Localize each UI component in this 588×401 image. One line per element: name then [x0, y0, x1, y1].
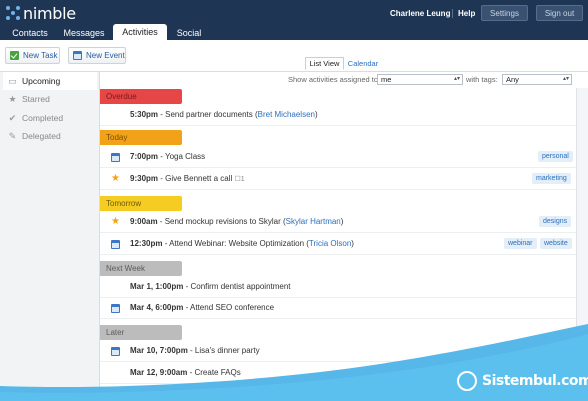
select-arrows-icon: ▴▾: [562, 76, 569, 82]
activity-text: Mar 10, 7:00pm - Lisa's dinner party: [130, 346, 260, 355]
new-task-button[interactable]: New Task: [5, 47, 60, 64]
group-header-today: Today: [100, 130, 182, 145]
tags-filter-label: with tags:: [466, 75, 498, 84]
contact-link[interactable]: Bret Michaelsen: [258, 110, 315, 119]
tags-value: Any: [506, 75, 519, 84]
assigned-to-value: me: [381, 75, 392, 84]
user-name-link[interactable]: Charlene Leung: [390, 9, 450, 18]
checkmark-icon: ✔: [8, 112, 17, 123]
activity-toolbar: New Task New Event: [0, 40, 588, 72]
activity-text: Mar 12, 9:00am - Create FAQs: [130, 368, 241, 377]
laptop-icon: ▭: [8, 75, 17, 86]
select-arrows-icon: ▴▾: [453, 76, 460, 82]
tag-badge[interactable]: designs: [539, 216, 572, 227]
sidebar-item-label: Upcoming: [22, 76, 61, 86]
calendar-icon: [111, 240, 120, 249]
activity-row[interactable]: 5:30pm - Send partner documents (Bret Mi…: [100, 104, 576, 126]
group-header-overdue: Overdue: [100, 89, 182, 104]
new-event-button[interactable]: New Event: [68, 47, 126, 64]
activity-row[interactable]: Mar 1, 1:00pm - Confirm dentist appointm…: [100, 276, 576, 298]
calendar-icon: [111, 304, 120, 313]
sidebar-item-label: Delegated: [22, 131, 61, 141]
calendar-icon: [73, 51, 82, 60]
activity-row[interactable]: Mar 10, 7:00pm - Lisa's dinner party per…: [100, 340, 576, 362]
sidebar-item-completed[interactable]: ✔ Completed: [3, 109, 97, 127]
top-header: nimble Charlene Leung Help Settings Sign…: [0, 0, 588, 26]
activity-list: Show activities assigned to: me ▴▾ with …: [100, 72, 588, 401]
sidebar-item-upcoming[interactable]: ▭ Upcoming: [3, 72, 97, 90]
sign-out-button[interactable]: Sign out: [536, 5, 583, 21]
activity-row[interactable]: 7:00pm - Yoga Class personal: [100, 146, 576, 168]
activity-text: 12:30pm - Attend Webinar: Website Optimi…: [130, 239, 354, 248]
sidebar-item-label: Starred: [22, 94, 50, 104]
tag-badge[interactable]: website: [540, 238, 572, 249]
assigned-filter-label: Show activities assigned to:: [288, 75, 381, 84]
calendar-icon: [111, 153, 120, 162]
star-icon[interactable]: ★: [111, 217, 120, 227]
tag-badge[interactable]: personal: [538, 345, 573, 356]
comment-count: 1: [240, 176, 245, 183]
activity-text: 7:00pm - Yoga Class: [130, 152, 206, 161]
activity-sidebar: ▭ Upcoming ★ Starred ✔ Completed ✎ Deleg…: [0, 72, 100, 401]
group-header-later: Later: [100, 325, 182, 340]
nimble-logo[interactable]: nimble: [6, 3, 76, 23]
activity-text: Mar 4, 6:00pm - Attend SEO conference: [130, 303, 275, 312]
sidebar-item-label: Completed: [22, 113, 64, 123]
settings-button[interactable]: Settings: [481, 5, 528, 21]
group-header-next-week: Next Week: [100, 261, 182, 276]
tags-select[interactable]: Any ▴▾: [502, 74, 572, 85]
star-icon[interactable]: ★: [111, 174, 120, 184]
calendar-icon: [111, 347, 120, 356]
tab-messages[interactable]: Messages: [56, 26, 112, 40]
tag-badge[interactable]: webinar: [504, 238, 537, 249]
tag-badge[interactable]: personal: [538, 151, 573, 162]
activity-row[interactable]: Mar 4, 6:00pm - Attend SEO conference: [100, 297, 576, 319]
tab-social[interactable]: Social: [168, 26, 210, 40]
nimble-logo-icon: [6, 6, 20, 20]
activity-row[interactable]: ★ 9:30pm - Give Bennett a call ☐1 market…: [100, 168, 576, 190]
tag-badge[interactable]: marketing: [532, 173, 571, 184]
new-task-label: New Task: [23, 51, 58, 60]
activity-row[interactable]: ★ 9:00am - Send mockup revisions to Skyl…: [100, 211, 576, 233]
list-scrollbar[interactable]: [576, 88, 588, 401]
help-link[interactable]: Help: [452, 9, 475, 18]
contact-link[interactable]: Tricia Olson: [309, 239, 351, 248]
tab-activities[interactable]: Activities: [113, 24, 167, 40]
group-header-tomorrow: Tomorrow: [100, 196, 182, 211]
contact-link[interactable]: Skylar Hartman: [286, 217, 341, 226]
tab-list-view[interactable]: List View: [305, 57, 344, 70]
tab-calendar[interactable]: Calendar: [346, 57, 380, 70]
delegate-icon: ✎: [8, 130, 17, 141]
activity-row[interactable]: 12:30pm - Attend Webinar: Website Optimi…: [100, 233, 576, 255]
main-tab-bar: Contacts Messages Activities Social: [0, 24, 588, 40]
activity-text: 9:30pm - Give Bennett a call ☐1: [130, 174, 245, 183]
sidebar-item-delegated[interactable]: ✎ Delegated: [3, 127, 97, 145]
logo-text: nimble: [23, 3, 76, 23]
check-icon: [10, 51, 19, 60]
activity-text: 9:00am - Send mockup revisions to Skylar…: [130, 217, 344, 226]
new-event-label: New Event: [86, 51, 125, 60]
activity-text: 5:30pm - Send partner documents (Bret Mi…: [130, 110, 318, 119]
watermark-text: Sistembul.com: [482, 373, 588, 389]
star-icon: ★: [8, 93, 17, 104]
tab-contacts[interactable]: Contacts: [4, 26, 56, 40]
sidebar-item-starred[interactable]: ★ Starred: [3, 90, 97, 108]
assigned-to-select[interactable]: me ▴▾: [377, 74, 463, 85]
activity-text: Mar 1, 1:00pm - Confirm dentist appointm…: [130, 282, 291, 291]
watermark-logo-icon: [457, 371, 477, 391]
